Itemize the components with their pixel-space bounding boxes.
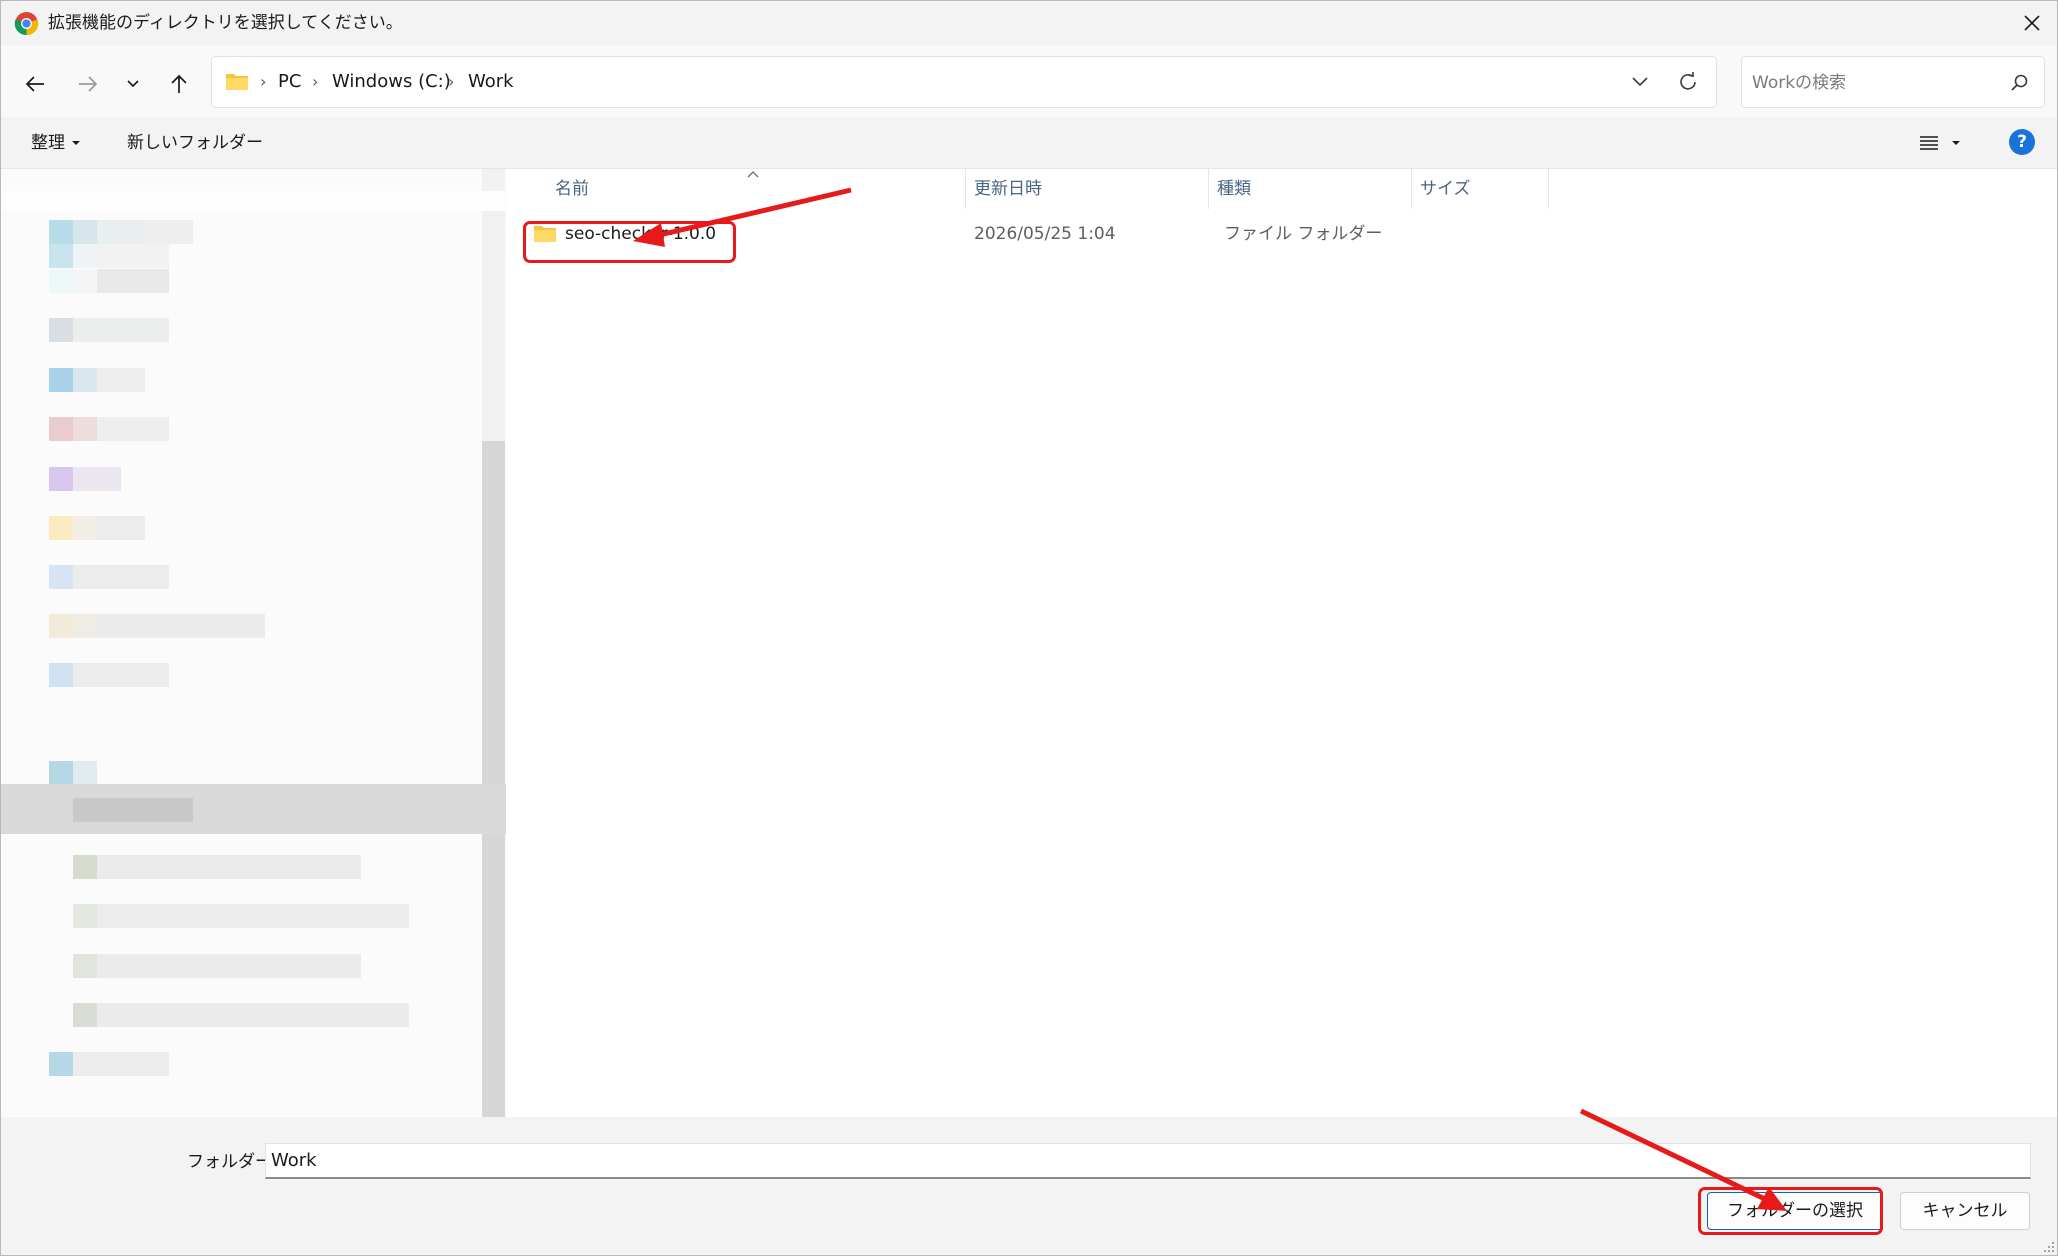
blurred-nav-item[interactable] [49, 269, 169, 293]
address-bar[interactable]: › PC › Windows (C:) › Work [211, 56, 1717, 108]
organize-label: 整理 [31, 133, 65, 153]
blurred-band [1, 191, 506, 211]
blurred-nav-item[interactable] [73, 954, 361, 978]
search-icon[interactable] [2010, 73, 2030, 93]
cancel-button[interactable]: キャンセル [1900, 1192, 2030, 1230]
search-input[interactable] [1752, 69, 1992, 97]
blurred-nav-item[interactable] [73, 904, 409, 928]
arrow-right-icon [79, 76, 98, 92]
blurred-nav-item[interactable] [73, 1003, 409, 1027]
blurred-nav-item[interactable] [49, 467, 121, 491]
navigation-pane[interactable] [1, 169, 506, 1129]
blurred-nav-item[interactable] [73, 855, 361, 879]
folder-icon [534, 226, 556, 242]
column-header-name[interactable]: 名前 [516, 169, 966, 209]
help-icon[interactable]: ? [2009, 129, 2035, 155]
breadcrumb-separator: › [448, 72, 455, 91]
sort-ascending-icon [747, 171, 759, 178]
caret-down-icon [1952, 141, 1960, 145]
column-header-type[interactable]: 種類 [1209, 169, 1412, 209]
blurred-nav-item[interactable] [49, 368, 145, 392]
refresh-icon[interactable] [1676, 70, 1700, 94]
resize-grip-icon[interactable] [2043, 1241, 2055, 1253]
column-header-size[interactable]: サイズ [1412, 169, 1549, 209]
blurred-nav-item[interactable] [49, 220, 193, 244]
blurred-nav-item[interactable] [49, 663, 169, 687]
view-options-button[interactable] [1919, 129, 1961, 157]
arrow-left-icon [25, 76, 44, 92]
title-bar: 拡張機能のディレクトリを選択してください。 [1, 1, 2057, 45]
folder-name-input[interactable] [265, 1143, 2031, 1179]
chevron-down-icon [127, 80, 139, 88]
chevron-down-icon[interactable] [1630, 72, 1650, 92]
caret-down-icon [72, 141, 80, 145]
chrome-icon [14, 12, 39, 35]
recent-locations-button[interactable] [116, 67, 150, 101]
file-modified: 2026/05/25 1:04 [974, 224, 1116, 244]
blurred-nav-item[interactable] [49, 761, 97, 785]
search-box[interactable] [1741, 56, 2045, 108]
view-list-icon [1920, 136, 1938, 150]
organize-menu[interactable]: 整理 [31, 131, 81, 155]
blurred-nav-item[interactable] [49, 1052, 169, 1076]
breadcrumb-work[interactable]: Work [468, 70, 514, 94]
navigation-bar: › PC › Windows (C:) › Work [1, 45, 2057, 117]
forward-button[interactable] [71, 67, 105, 101]
file-row[interactable]: seo-checker-1.0.0 2026/05/25 1:04 ファイル フ… [528, 217, 2028, 251]
blurred-nav-item[interactable] [49, 244, 169, 268]
back-button[interactable] [18, 67, 52, 101]
blurred-nav-item[interactable] [49, 614, 265, 638]
close-icon [2024, 15, 2040, 31]
select-folder-button[interactable]: フォルダーの選択 [1707, 1192, 1883, 1230]
breadcrumb-separator: › [260, 72, 267, 91]
blurred-nav-item[interactable] [49, 318, 169, 342]
blurred-nav-item[interactable] [49, 565, 169, 589]
folder-picker-dialog: 拡張機能のディレクトリを選択してください。 › PC › Windows (C:… [0, 0, 2058, 1256]
file-name[interactable]: seo-checker-1.0.0 [565, 222, 716, 246]
up-button[interactable] [162, 67, 196, 101]
breadcrumb-pc[interactable]: PC [278, 70, 301, 94]
breadcrumb-separator: › [312, 72, 319, 91]
file-list[interactable]: 名前 更新日時 種類 サイズ seo-checker-1.0.0 2026/05… [506, 169, 2057, 1117]
blurred-nav-item[interactable] [49, 516, 145, 540]
window-title: 拡張機能のディレクトリを選択してください。 [48, 13, 403, 33]
breadcrumb-drive[interactable]: Windows (C:) [332, 70, 451, 94]
arrow-up-icon [171, 74, 187, 93]
blurred-nav-item[interactable] [49, 417, 169, 441]
selected-nav-item[interactable] [1, 784, 506, 834]
folder-icon [226, 74, 248, 90]
dialog-footer: フォルダー: フォルダーの選択 キャンセル [1, 1117, 2057, 1255]
file-type: ファイル フォルダー [1224, 224, 1383, 244]
command-bar: 整理 新しいフォルダー ? [1, 117, 2057, 169]
column-header-modified[interactable]: 更新日時 [966, 169, 1209, 209]
new-folder-button[interactable]: 新しいフォルダー [127, 131, 263, 155]
close-button[interactable] [2015, 7, 2049, 39]
